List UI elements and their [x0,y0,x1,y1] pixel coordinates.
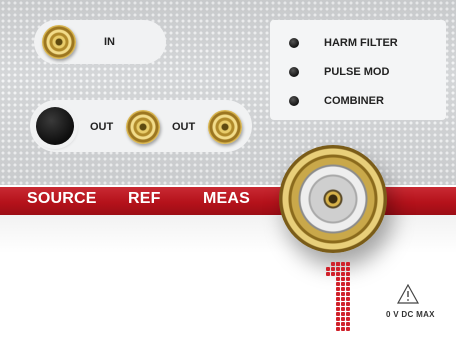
digit-dot [346,292,350,296]
meas-out-label: OUT [172,121,196,133]
digit-dot [341,317,345,321]
digit-dot [336,327,340,331]
digit-dot [336,277,340,281]
digit-dot [346,262,350,266]
lower-panel [0,215,456,343]
digit-dot [346,322,350,326]
digit-dot [336,322,340,326]
digit-dot [346,312,350,316]
digit-dot [346,327,350,331]
dc-max-warning: 0 V DC MAX [386,310,435,319]
digit-dot [346,297,350,301]
harm-filter-led [289,38,299,48]
digit-dot [341,262,345,266]
digit-dot [341,312,345,316]
digit-dot [331,267,335,271]
digit-dot [336,312,340,316]
digit-dot [346,302,350,306]
digit-dot [331,262,335,266]
digit-dot [336,267,340,271]
digit-dot [336,282,340,286]
digit-dot [341,272,345,276]
digit-dot [341,302,345,306]
digit-dot [336,302,340,306]
digit-dot [336,262,340,266]
digit-dot [346,267,350,271]
digit-dot [341,297,345,301]
pulse-mod-label: PULSE MOD [324,66,390,78]
digit-dot [336,317,340,321]
digit-dot [341,292,345,296]
digit-dot [336,272,340,276]
digit-dot [346,317,350,321]
combiner-led [289,96,299,106]
digit-dot [341,267,345,271]
band-label-source: SOURCE [27,190,97,207]
band-label-ref: REF [128,190,161,207]
combiner-label: COMBINER [324,95,384,107]
ref-out-label: OUT [90,121,114,133]
digit-dot [336,287,340,291]
digit-dot [346,287,350,291]
digit-dot [346,307,350,311]
meas-out-connector[interactable] [208,110,242,144]
digit-dot [341,307,345,311]
digit-dot [346,272,350,276]
test-port-connector[interactable] [279,145,387,253]
pulse-mod-led [289,67,299,77]
harm-filter-label: HARM FILTER [324,37,398,49]
digit-dot [341,287,345,291]
instrument-front-panel: IN OUT OUT HARM FILTER PULSE MOD COMBINE… [0,0,456,343]
warning-triangle-icon [397,284,419,304]
digit-dot [341,282,345,286]
source-button[interactable] [36,107,74,145]
digit-dot [341,277,345,281]
digit-dot [336,307,340,311]
digit-dot [341,322,345,326]
digit-dot [346,282,350,286]
digit-dot [326,272,330,276]
digit-dot [331,272,335,276]
in-connector[interactable] [42,25,76,59]
digit-dot [346,277,350,281]
band-label-meas: MEAS [203,190,251,207]
digit-dot [326,267,330,271]
ref-out-connector[interactable] [126,110,160,144]
digit-dot [336,292,340,296]
in-label: IN [104,36,115,48]
digit-dot [336,297,340,301]
digit-dot [341,327,345,331]
